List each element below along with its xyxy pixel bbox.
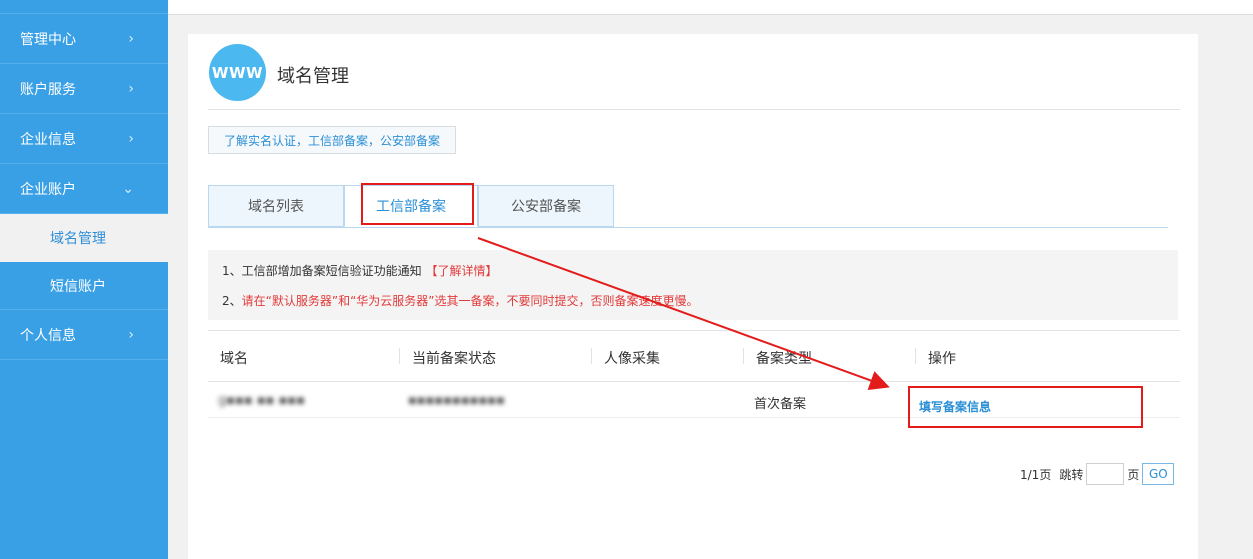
column-header-status: 当前备案状态 [412, 351, 496, 367]
sidebar-item-label: 账户服务 [20, 81, 76, 98]
sidebar-item-management-center[interactable]: 管理中心 › [0, 14, 168, 64]
table-header-border [208, 381, 1180, 382]
table-border [208, 330, 1180, 331]
top-bar [168, 0, 1253, 15]
page-unit-label: 页 [1127, 467, 1140, 482]
sidebar-item-company-account[interactable]: 企业账户 ⌄ [0, 164, 168, 214]
learn-more-link[interactable]: 【了解详情】 [425, 264, 497, 278]
sidebar-item-label: 个人信息 [20, 327, 76, 344]
tab-police-filing[interactable]: 公安部备案 [478, 185, 614, 227]
chevron-right-icon: › [128, 130, 134, 147]
main-card: WWW 域名管理 了解实名认证，工信部备案，公安部备案 域名列表 工信部备案 公… [188, 34, 1198, 559]
notice-text: 1、工信部增加备案短信验证功能通知 [222, 264, 422, 278]
chevron-right-icon: › [128, 326, 134, 343]
sidebar-item-label: 企业账户 [20, 181, 76, 198]
page-count: 1/1页 [1020, 467, 1052, 482]
column-header-action: 操作 [928, 351, 956, 367]
notice-line-2: 2、请在“默认服务器”和“华为云服务器”选其一备案，不要同时提交，否则备案速度更… [222, 292, 699, 309]
sidebar: 管理中心 › 账户服务 › 企业信息 › 企业账户 ⌄ 域名管理 短信账户 个人… [0, 0, 168, 559]
fill-filing-info-link[interactable]: 填写备案信息 [919, 398, 991, 415]
sidebar-subitem-sms-account[interactable]: 短信账户 [0, 262, 168, 310]
column-header-domain: 域名 [220, 351, 248, 367]
notice-number: 2、 [222, 294, 242, 308]
column-divider [743, 348, 744, 364]
table-cell-domain: g▪▪▪ ▪▪ ▪▪▪ [218, 393, 305, 408]
sidebar-item-label: 企业信息 [20, 131, 76, 148]
go-button[interactable]: GO [1142, 463, 1175, 485]
column-divider [591, 348, 592, 364]
sidebar-subitem-domain-management[interactable]: 域名管理 [0, 214, 168, 262]
filing-info-link[interactable]: 了解实名认证，工信部备案，公安部备案 [208, 126, 456, 154]
tab-underline [208, 227, 1168, 228]
www-globe-icon: WWW [209, 44, 266, 101]
notice-line-1: 1、工信部增加备案短信验证功能通知 【了解详情】 [222, 262, 497, 279]
tab-domain-list[interactable]: 域名列表 [208, 185, 344, 227]
sidebar-item-personal-info[interactable]: 个人信息 › [0, 310, 168, 360]
pagination: 1/1页 跳转 页 GO [1020, 463, 1175, 485]
blurred-status: ▪▪▪▪▪▪▪▪▪▪▪ [408, 393, 505, 408]
blurred-domain: g▪▪▪ ▪▪ ▪▪▪ [218, 393, 306, 408]
sidebar-item-label: 管理中心 [20, 31, 76, 48]
column-header-portrait: 人像采集 [604, 351, 660, 367]
sidebar-item-account-services[interactable]: 账户服务 › [0, 64, 168, 114]
chevron-down-icon: ⌄ [122, 180, 134, 197]
page-jump-input[interactable] [1086, 463, 1125, 485]
table-row-border [208, 417, 1180, 418]
notice-box: 1、工信部增加备案短信验证功能通知 【了解详情】 2、请在“默认服务器”和“华为… [208, 250, 1178, 320]
column-divider [915, 348, 916, 364]
divider [208, 109, 1180, 110]
jump-label: 跳转 [1059, 467, 1084, 482]
sidebar-item-company-info[interactable]: 企业信息 › [0, 114, 168, 164]
table-cell-status: ▪▪▪▪▪▪▪▪▪▪▪ [408, 393, 505, 408]
page-title: 域名管理 [277, 66, 349, 87]
column-header-type: 备案类型 [756, 351, 812, 367]
table-cell-type: 首次备案 [754, 397, 807, 412]
sidebar-top-strip [0, 0, 168, 14]
notice-warning-text: 请在“默认服务器”和“华为云服务器”选其一备案，不要同时提交，否则备案速度更慢。 [241, 294, 699, 308]
chevron-right-icon: › [128, 80, 134, 97]
tab-miit-filing[interactable]: 工信部备案 [344, 185, 478, 227]
column-divider [399, 348, 400, 364]
chevron-right-icon: › [128, 30, 134, 47]
